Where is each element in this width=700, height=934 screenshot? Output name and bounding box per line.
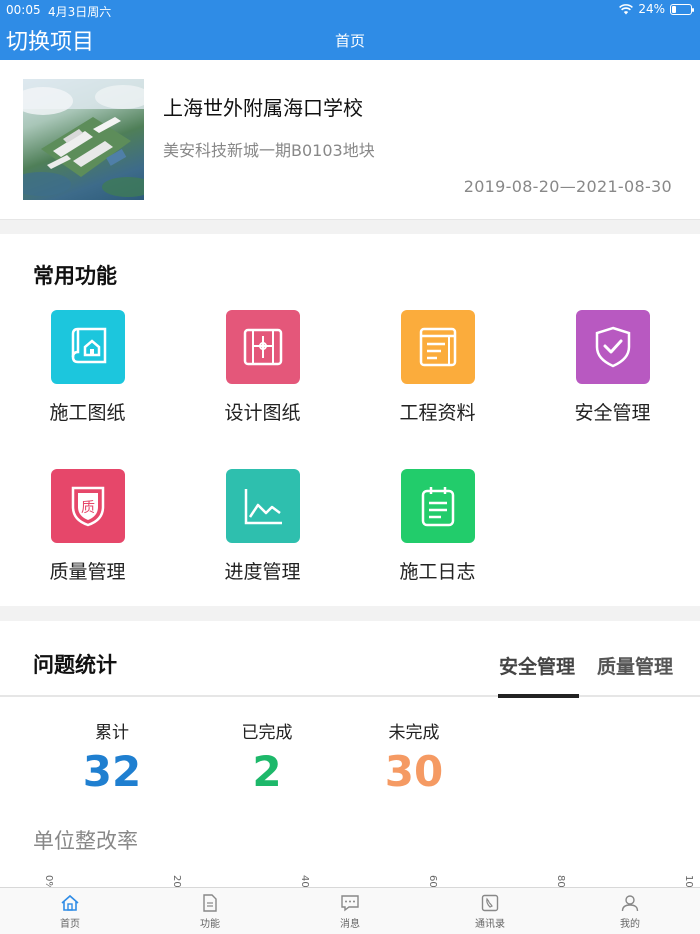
battery-icon: [670, 3, 694, 15]
counter-value: 30: [384, 747, 444, 796]
function-quality-management[interactable]: 质 质量管理: [0, 469, 175, 584]
function-tile: [225, 469, 300, 543]
top-navbar: 切换项目 首页: [0, 20, 700, 60]
function-label: 质量管理: [49, 561, 126, 583]
blueprint-house-icon: [71, 327, 106, 364]
floorplan-icon: [243, 328, 282, 366]
tab-safety[interactable]: 安全管理: [499, 652, 575, 679]
counter-label: 累计: [95, 723, 129, 743]
function-tile: [400, 310, 475, 384]
counter-total: 累计 32: [52, 718, 172, 796]
counter-value: 32: [82, 747, 142, 796]
axis-tick-label: 100: [683, 875, 694, 887]
quality-glyph: 质: [81, 500, 95, 516]
status-date: 4月3日周六: [48, 5, 112, 19]
tab-divider: [0, 695, 700, 697]
message-icon: [341, 895, 359, 912]
counter-label: 已完成: [241, 723, 293, 743]
contacts-icon: [481, 894, 499, 912]
bottom-tab-label: 功能: [200, 919, 220, 930]
function-tile: 质: [50, 469, 125, 543]
battery-percent: 24%: [638, 2, 665, 16]
document-icon: [419, 327, 456, 367]
bottom-tab-label: 消息: [340, 919, 360, 930]
function-tile: [400, 469, 475, 543]
function-label: 施工日志: [399, 561, 476, 583]
project-thumbnail: [23, 79, 144, 200]
function-tile: [50, 310, 125, 384]
campus-aerial-image: [23, 79, 144, 197]
function-design-drawings[interactable]: 设计图纸: [175, 310, 350, 425]
project-name: 上海世外附属海口学校: [163, 96, 363, 120]
issue-statistics-section: 问题统计 安全管理 质量管理 累计 32 已完成 2 未完成 30 单位整改率 …: [0, 621, 700, 887]
active-tab-indicator: [498, 694, 579, 698]
bottom-tab-messages[interactable]: 消息: [310, 894, 390, 930]
axis-tick-label: 80: [555, 875, 566, 887]
counter-label: 未完成: [388, 723, 440, 743]
function-label: 进度管理: [224, 561, 301, 583]
tab-quality[interactable]: 质量管理: [597, 652, 673, 679]
status-time: 00:05: [6, 3, 41, 17]
counter-completed: 已完成 2: [207, 718, 327, 796]
function-label: 安全管理: [574, 402, 651, 424]
function-project-documents[interactable]: 工程资料: [350, 310, 525, 425]
bottom-tab-bar: 首页 功能 消息 通讯录 我的: [0, 887, 700, 934]
bottom-tab-label: 首页: [60, 919, 80, 930]
axis-tick-label: 40: [299, 875, 310, 887]
axis-tick-label: 20: [171, 875, 182, 887]
function-progress-management[interactable]: 进度管理: [175, 469, 350, 584]
wifi-icon: [619, 3, 634, 14]
clipboard-icon: [421, 487, 454, 527]
home-icon: [61, 894, 79, 911]
common-functions-section: 常用功能 施工图纸 设计图纸 工程资料 安全管理 质 质量管理 进度管理 施工日…: [0, 234, 700, 606]
project-dates: 2019-08-20—2021-08-30: [463, 177, 672, 196]
function-label: 工程资料: [399, 402, 476, 424]
status-bar: 00:05 4月3日周六 24%: [0, 0, 700, 20]
battery-fill: [672, 5, 677, 13]
project-address: 美安科技新城一期B0103地块: [163, 141, 375, 160]
bottom-tab-home[interactable]: 首页: [30, 894, 110, 930]
counter-pending: 未完成 30: [354, 718, 474, 796]
function-tile: [225, 310, 300, 384]
axis-tick-label: 0%: [43, 875, 54, 887]
function-tile: [575, 310, 650, 384]
function-safety-management[interactable]: 安全管理: [525, 310, 700, 425]
axis-tick-label: 60: [427, 875, 438, 887]
function-construction-drawings[interactable]: 施工图纸: [0, 310, 175, 425]
bottom-tab-profile[interactable]: 我的: [590, 894, 670, 930]
function-label: 设计图纸: [224, 402, 301, 424]
shield-check-icon: [595, 326, 630, 368]
function-construction-log[interactable]: 施工日志: [350, 469, 525, 584]
file-icon: [203, 894, 217, 912]
counter-value: 2: [252, 747, 282, 796]
rectification-rate-title: 单位整改率: [33, 829, 138, 853]
quality-shield-icon: 质: [71, 486, 104, 527]
page-title: 首页: [334, 32, 365, 50]
status-right: 24%: [619, 2, 694, 16]
bottom-tab-functions[interactable]: 功能: [170, 894, 250, 930]
profile-icon: [621, 895, 639, 912]
function-label: 施工图纸: [49, 402, 126, 424]
line-chart-icon: [244, 489, 282, 525]
bottom-tab-label: 通讯录: [475, 919, 505, 930]
project-card[interactable]: 上海世外附属海口学校 美安科技新城一期B0103地块 2019-08-20—20…: [0, 60, 700, 220]
bottom-tab-contacts[interactable]: 通讯录: [450, 894, 530, 930]
section-title-stats: 问题统计: [33, 653, 117, 677]
section-title-functions: 常用功能: [33, 264, 117, 288]
bottom-tab-label: 我的: [620, 919, 640, 930]
